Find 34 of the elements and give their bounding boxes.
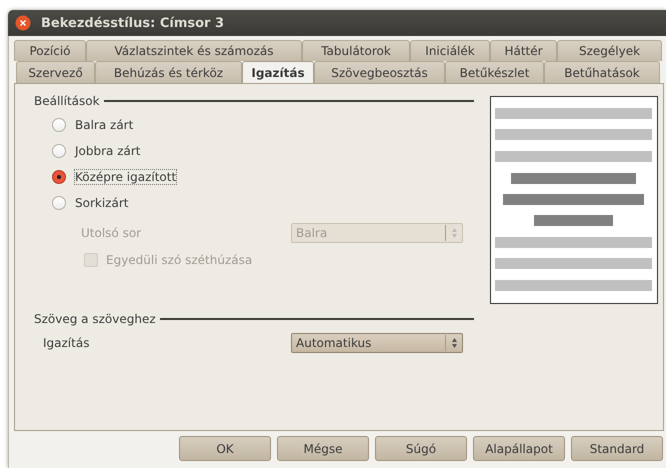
radio-label[interactable]: Középre igazított	[74, 169, 178, 185]
radio-button[interactable]	[52, 144, 66, 158]
radio-button[interactable]	[52, 118, 66, 132]
dialog-button[interactable]: OK	[179, 436, 271, 461]
field-label: Igazítás	[43, 336, 90, 350]
radio-label[interactable]: Balra zárt	[74, 117, 134, 133]
tab[interactable]: Háttér	[490, 40, 557, 61]
tab[interactable]: Szegélyek	[557, 40, 662, 61]
tab[interactable]: Pozíció	[14, 40, 86, 61]
tab[interactable]: Behúzás és térköz	[95, 61, 242, 83]
alignment-dropdown[interactable]: Automatikus	[291, 333, 463, 353]
radio-button[interactable]	[52, 196, 66, 210]
tab[interactable]: Szövegbeosztás	[314, 61, 445, 83]
radio-label[interactable]: Jobbra zárt	[74, 143, 142, 159]
dialog-button[interactable]: Súgó	[375, 436, 467, 461]
tab[interactable]: Vázlatszintek és számozás	[86, 40, 302, 61]
tab[interactable]: Tabulátorok	[302, 40, 410, 61]
field-label: Utolsó sor	[81, 226, 142, 240]
close-icon[interactable]	[15, 15, 31, 31]
tab[interactable]: Szervező	[16, 61, 95, 83]
dialog-button[interactable]: Alapállapot	[473, 436, 565, 461]
spin-arrows-icon	[450, 227, 458, 239]
spin-arrows-icon	[450, 337, 458, 349]
dialog-button[interactable]: Standard	[571, 436, 663, 461]
dialog-button[interactable]: Mégse	[277, 436, 369, 461]
tab[interactable]: Betűkészlet	[445, 61, 544, 83]
group-title: Beállítások	[34, 94, 100, 108]
radio-button[interactable]	[52, 170, 66, 184]
group-title: Szöveg a szöveghez	[34, 312, 156, 326]
window-title: Bekezdésstílus: Címsor 3	[41, 16, 224, 30]
radio-label[interactable]: Sorkizárt	[74, 195, 130, 211]
tab[interactable]: Betűhatások	[544, 61, 660, 83]
tab[interactable]: Igazítás	[242, 61, 314, 83]
tab[interactable]: Iniciálék	[410, 40, 490, 61]
